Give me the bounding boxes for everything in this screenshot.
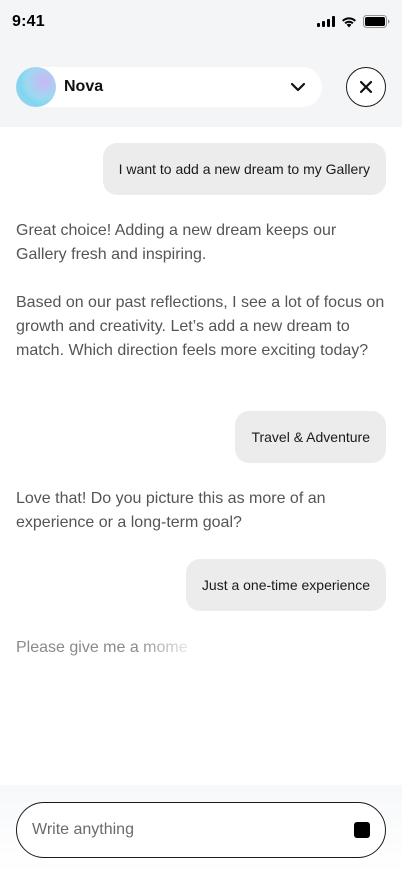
- user-message: I want to add a new dream to my Gallery: [102, 143, 386, 195]
- stop-generating-button[interactable]: [354, 822, 370, 838]
- chevron-down-icon[interactable]: [288, 77, 308, 97]
- user-message: Just a one-time experience: [185, 559, 386, 611]
- message-composer: [16, 802, 386, 858]
- message-input[interactable]: [32, 803, 332, 857]
- assistant-streaming-message: Please give me a mome: [16, 639, 188, 656]
- cellular-signal-icon: [317, 16, 335, 27]
- top-area: 9:41 Nova: [0, 0, 402, 127]
- assistant-selector[interactable]: Nova: [16, 67, 322, 107]
- wifi-icon: [342, 16, 356, 27]
- assistant-message: Great choice! Adding a new dream keeps o…: [16, 222, 385, 359]
- battery-icon: [363, 15, 390, 28]
- user-message: Travel & Adventure: [235, 411, 386, 463]
- close-button[interactable]: [346, 67, 386, 107]
- assistant-avatar: [16, 67, 56, 107]
- status-icons: [317, 15, 390, 28]
- assistant-message: Love that! Do you picture this as more o…: [16, 490, 326, 531]
- chat-screen: 9:41 Nova I want to add a new dream to m…: [0, 0, 402, 874]
- assistant-name: Nova: [64, 78, 104, 95]
- status-time: 9:41: [12, 13, 45, 30]
- status-bar: 9:41: [0, 0, 402, 46]
- close-icon: [359, 80, 373, 94]
